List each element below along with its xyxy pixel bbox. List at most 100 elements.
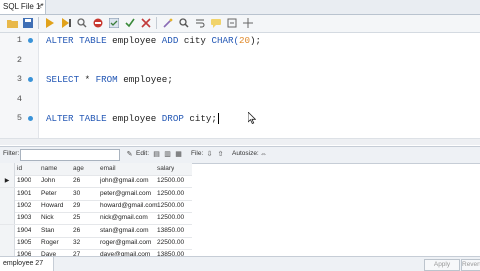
table-row[interactable]: 1902 Howard 29 howard@gmail.com 12500.00 xyxy=(0,199,192,213)
edit-icon[interactable]: ✎ xyxy=(125,150,134,159)
grid-icon[interactable]: ▦ xyxy=(174,150,183,159)
limit-icon[interactable] xyxy=(242,17,254,29)
column-header-salary[interactable]: salary xyxy=(157,163,174,175)
cell-salary[interactable]: 22500.00 xyxy=(157,237,184,249)
line-number: 2 xyxy=(16,54,22,65)
invisible-icon[interactable] xyxy=(226,17,238,29)
autosize-icon[interactable]: ⇔ xyxy=(259,150,268,159)
explain-icon[interactable] xyxy=(76,17,88,29)
file-label: File: xyxy=(191,150,204,157)
insert-row-icon[interactable]: ▤ xyxy=(152,150,161,159)
cell-age[interactable]: 25 xyxy=(73,212,80,224)
cell-id[interactable]: 1901 xyxy=(17,188,31,200)
toolbar-separator xyxy=(156,17,157,29)
table-row[interactable]: 1905 Roger 32 roger@gmail.com 22500.00 xyxy=(0,236,192,250)
cell-id[interactable]: 1905 xyxy=(17,237,31,249)
autosize-label: Autosize: xyxy=(232,150,259,157)
cell-name[interactable]: Nick xyxy=(41,212,54,224)
row-selector[interactable] xyxy=(0,212,15,225)
column-header-age[interactable]: age xyxy=(73,163,84,175)
cell-name[interactable]: Peter xyxy=(41,188,57,200)
revert-button[interactable]: Revert xyxy=(461,259,480,271)
code-token: * xyxy=(79,74,96,85)
column-header-name[interactable]: name xyxy=(41,163,57,175)
edit-label: Edit: xyxy=(136,150,150,157)
cell-id[interactable]: 1904 xyxy=(17,225,31,237)
cell-email[interactable]: stan@gmail.com xyxy=(100,225,149,237)
execute-icon[interactable] xyxy=(44,17,56,29)
cell-name[interactable]: Roger xyxy=(41,237,59,249)
table-row[interactable]: 1904 Stan 26 stan@gmail.com 13850.00 xyxy=(0,224,192,238)
code-token: ALTER TABLE xyxy=(46,113,107,124)
editor-horizontal-scrollbar[interactable] xyxy=(0,138,480,145)
statement-marker-icon xyxy=(28,116,33,121)
code-token: 20 xyxy=(239,35,251,46)
cell-age[interactable]: 29 xyxy=(73,200,80,212)
apply-button[interactable]: Apply xyxy=(424,259,460,271)
rollback-icon[interactable] xyxy=(140,17,152,29)
import-icon[interactable]: ⇧ xyxy=(216,150,225,159)
code-token: CHAR( xyxy=(211,35,240,46)
cell-age[interactable]: 26 xyxy=(73,175,80,187)
cell-salary[interactable]: 12500.00 xyxy=(157,175,184,187)
commit-icon[interactable] xyxy=(124,17,136,29)
cell-salary[interactable]: 12500.00 xyxy=(157,200,184,212)
table-row[interactable]: 1901 Peter 30 peter@gmail.com 12500.00 xyxy=(0,187,192,201)
code-token: employee xyxy=(106,113,162,124)
row-selector[interactable] xyxy=(0,187,15,200)
code-line[interactable]: ALTER TABLE employee DROP city; xyxy=(46,113,225,124)
execute-line-icon[interactable] xyxy=(60,17,72,29)
cell-email[interactable]: peter@gmail.com xyxy=(100,188,151,200)
cell-age[interactable]: 26 xyxy=(73,225,80,237)
comment-icon[interactable] xyxy=(210,17,222,29)
row-selector[interactable] xyxy=(0,224,15,237)
filter-input[interactable] xyxy=(20,149,120,161)
toolbar-separator xyxy=(38,17,39,29)
cell-salary[interactable]: 12500.00 xyxy=(157,188,184,200)
cell-email[interactable]: nick@gmail.com xyxy=(100,212,148,224)
toggle-icon[interactable] xyxy=(108,17,120,29)
sql-editor[interactable]: 1 ALTER TABLE employee ADD city CHAR(20);… xyxy=(0,33,480,145)
stop-icon[interactable] xyxy=(92,17,104,29)
cell-email[interactable]: howard@gmail.com xyxy=(100,200,158,212)
result-tab-employee[interactable]: employee 27 xyxy=(0,257,54,271)
find-icon[interactable] xyxy=(178,17,190,29)
statement-marker-icon xyxy=(28,38,33,43)
table-row[interactable]: 1903 Nick 25 nick@gmail.com 12500.00 xyxy=(0,212,192,226)
cell-name[interactable]: Stan xyxy=(41,225,54,237)
cell-id[interactable]: 1903 xyxy=(17,212,31,224)
cell-email[interactable]: roger@gmail.com xyxy=(100,237,151,249)
close-icon[interactable]: × xyxy=(37,0,42,14)
cell-id[interactable]: 1900 xyxy=(17,175,31,187)
folder-open-icon[interactable] xyxy=(6,17,18,29)
cell-age[interactable]: 32 xyxy=(73,237,80,249)
table-row[interactable]: ▶ 1900 John 26 john@gmail.com 12500.00 xyxy=(0,175,192,189)
cell-email[interactable]: john@gmail.com xyxy=(100,175,149,187)
row-selector[interactable] xyxy=(0,236,15,249)
beautify-icon[interactable] xyxy=(162,17,174,29)
row-selector[interactable]: ▶ xyxy=(0,175,15,188)
delete-row-icon[interactable]: ▥ xyxy=(163,150,172,159)
result-status-bar: employee 27 Apply Revert xyxy=(0,256,480,271)
column-header-id[interactable]: id xyxy=(17,163,22,175)
cell-age[interactable]: 30 xyxy=(73,188,80,200)
code-token: employee xyxy=(106,35,162,46)
code-token: city xyxy=(178,35,212,46)
save-icon[interactable] xyxy=(22,17,34,29)
cell-name[interactable]: Howard xyxy=(41,200,63,212)
cell-salary[interactable]: 13850.00 xyxy=(157,225,184,237)
tab-sql-file-1[interactable]: SQL File 1* × xyxy=(0,0,46,14)
cell-name[interactable]: John xyxy=(41,175,55,187)
code-line[interactable]: ALTER TABLE employee ADD city CHAR(20); xyxy=(46,35,261,46)
wrap-icon[interactable] xyxy=(194,17,206,29)
code-token: city; xyxy=(183,113,217,124)
cell-id[interactable]: 1902 xyxy=(17,200,31,212)
editor-toolbar xyxy=(0,15,480,33)
export-icon[interactable]: ⇩ xyxy=(205,150,214,159)
cell-salary[interactable]: 12500.00 xyxy=(157,212,184,224)
code-token: ); xyxy=(250,35,262,46)
filter-label: Filter: xyxy=(3,150,20,157)
column-header-email[interactable]: email xyxy=(100,163,116,175)
row-selector[interactable] xyxy=(0,199,15,212)
code-line[interactable]: SELECT * FROM employee; xyxy=(46,74,173,85)
